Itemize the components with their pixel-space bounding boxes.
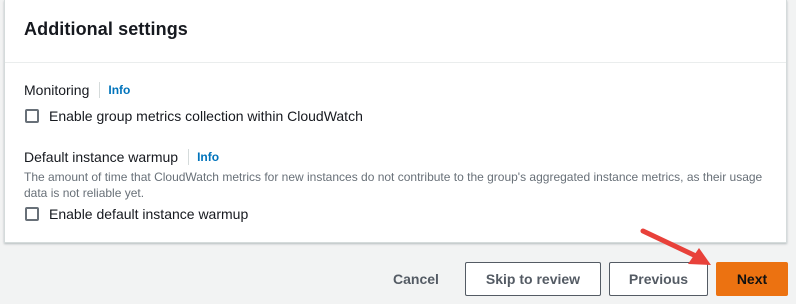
info-divider [99, 82, 101, 98]
skip-to-review-button[interactable]: Skip to review [465, 262, 601, 296]
group-metrics-checkbox-row[interactable]: Enable group metrics collection within C… [25, 108, 363, 124]
cancel-button[interactable]: Cancel [383, 262, 449, 296]
warmup-checkbox-row[interactable]: Enable default instance warmup [25, 206, 248, 222]
warmup-label: Default instance warmup [24, 149, 179, 165]
info-divider [188, 149, 190, 165]
group-metrics-checkbox[interactable] [25, 109, 39, 123]
warmup-info-link[interactable]: Info [197, 150, 219, 164]
group-metrics-checkbox-label[interactable]: Enable group metrics collection within C… [49, 108, 363, 124]
monitoring-label-row: Monitoring Info [24, 82, 130, 98]
next-button[interactable]: Next [716, 262, 788, 296]
additional-settings-panel: Additional settings Monitoring Info Enab… [4, 0, 787, 243]
monitoring-info-link[interactable]: Info [108, 83, 130, 97]
monitoring-label: Monitoring [24, 82, 90, 98]
red-arrow-icon [640, 228, 711, 265]
panel-title: Additional settings [24, 19, 188, 39]
warmup-description: The amount of time that CloudWatch metri… [24, 170, 763, 200]
warmup-checkbox[interactable] [25, 207, 39, 221]
warmup-checkbox-label[interactable]: Enable default instance warmup [49, 206, 248, 222]
panel-header: Additional settings [5, 0, 786, 63]
warmup-label-row: Default instance warmup Info [24, 149, 219, 165]
